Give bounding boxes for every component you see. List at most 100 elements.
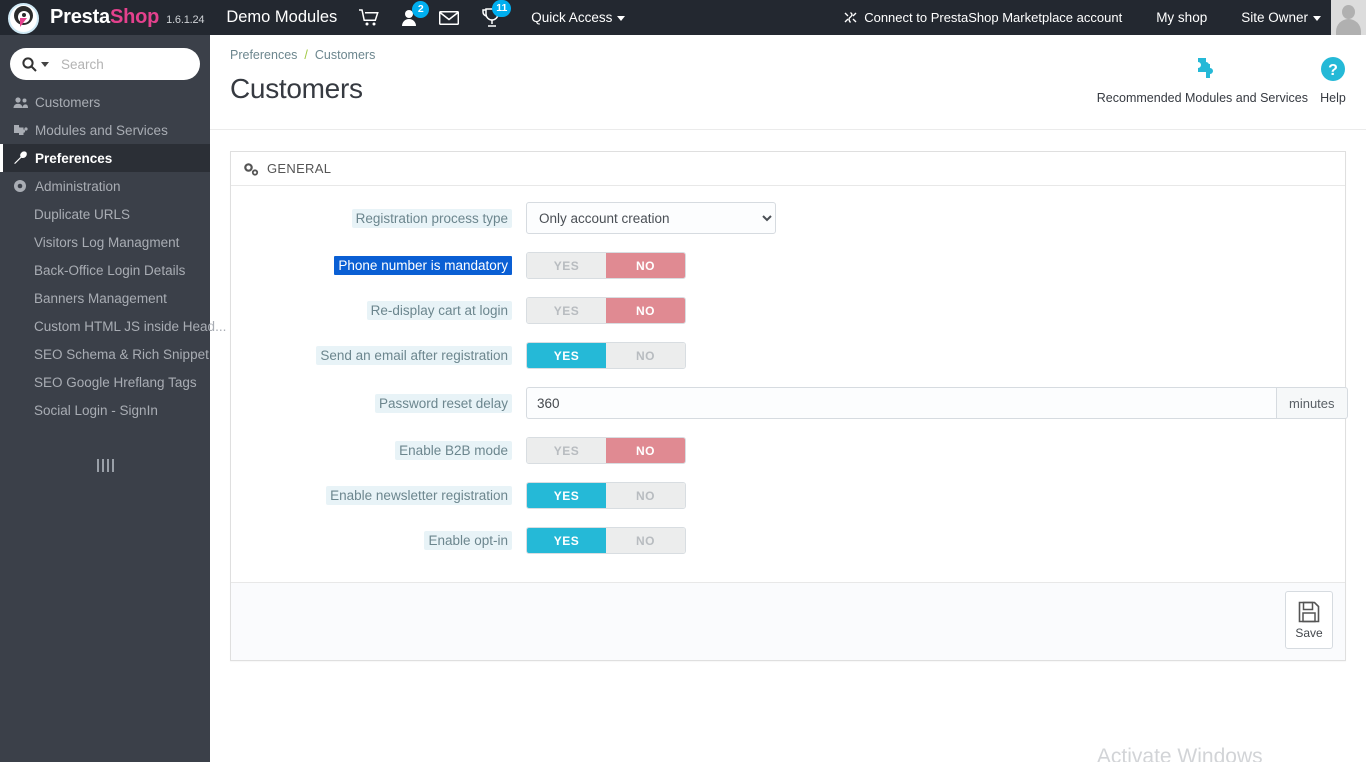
toggle-enable-b2b-mode[interactable]: YES NO	[526, 437, 686, 464]
sidebar-nav: Customers Modules and Services Preferences…	[0, 35, 226, 762]
toggle-yes-option[interactable]: YES	[527, 438, 606, 463]
quick-access-dropdown[interactable]: Quick Access	[531, 10, 626, 25]
top-header-bar: PrestaShop 1.6.1.24 Demo Modules 2 11 Qui…	[0, 0, 1366, 35]
customers-person-icon[interactable]: 2	[401, 1, 430, 26]
sidebar-subitem-label: Visitors Log Managment	[34, 234, 180, 250]
breadcrumb-separator: /	[304, 48, 308, 62]
label-text: Enable opt-in	[424, 531, 512, 550]
save-button[interactable]: Save	[1285, 591, 1333, 649]
page-header: Preferences / Customers Customers Recomm…	[210, 35, 1366, 130]
sidebar-subitem-duplicate-urls[interactable]: Duplicate URLS	[0, 200, 210, 228]
search-filter-caret-icon[interactable]	[41, 61, 49, 67]
sidebar-subitem-label: Custom HTML JS inside Head...	[34, 318, 227, 334]
toggle-phone-number-is-mandatory[interactable]: YES NO	[526, 252, 686, 279]
page-header-tools: Recommended Modules and Services ? Help	[1091, 49, 1352, 105]
brand-presta: Presta	[50, 6, 110, 28]
label-text: Re-display cart at login	[366, 301, 512, 320]
gears-icon	[244, 162, 259, 176]
label-enable-b2b-mode: Enable B2B mode	[241, 441, 526, 460]
sidebar-item-label: Administration	[35, 178, 121, 194]
sidebar-item-list: Customers Modules and Services Preferences…	[0, 88, 226, 424]
toggle-enable-newsletter-registration[interactable]: YES NO	[526, 482, 686, 509]
cart-icon[interactable]	[359, 9, 380, 26]
topbar-right-group: Connect to PrestaShop Marketplace accoun…	[843, 0, 1366, 35]
label-text: Enable B2B mode	[395, 441, 512, 460]
sidebar-subitem-seo-schema-rich-snippet[interactable]: SEO Schema & Rich Snippet	[0, 340, 210, 368]
recommended-modules-label: Recommended Modules and Services	[1096, 91, 1308, 105]
trophy-icon[interactable]: 11	[481, 0, 512, 28]
toggle-no-option[interactable]: NO	[606, 438, 685, 463]
sidebar-search-wrap	[0, 35, 210, 88]
search-box[interactable]	[10, 48, 200, 80]
sidebar-item-preferences[interactable]: Preferences	[0, 144, 210, 172]
sidebar-subitem-custom-html-js-inside-head[interactable]: Custom HTML JS inside Head...	[0, 312, 226, 340]
sidebar-subitem-label: Duplicate URLS	[34, 206, 131, 222]
envelope-icon[interactable]	[439, 10, 460, 25]
brand-shop: Shop	[109, 6, 160, 28]
content-area: GENERAL Registration process type Only ac…	[210, 130, 1366, 762]
field-phone-number-is-mandatory: YES NO	[526, 252, 686, 279]
field-enable-opt-in: YES NO	[526, 527, 686, 554]
recommended-modules-button[interactable]: Recommended Modules and Services	[1091, 49, 1314, 105]
breadcrumb-parent[interactable]: Preferences	[230, 48, 297, 62]
sidebar-subitem-label: Social Login - SignIn	[34, 402, 158, 418]
form-row-send-an-email-after-registration: Send an email after registration YES NO	[231, 342, 1345, 369]
shop-name[interactable]: Demo Modules	[226, 8, 337, 27]
svg-text:?: ?	[1328, 62, 1338, 79]
toggle-yes-option[interactable]: YES	[527, 253, 606, 278]
chevron-down-icon	[1313, 15, 1321, 21]
toggle-enable-opt-in[interactable]: YES NO	[526, 527, 686, 554]
panel-header-title: GENERAL	[267, 161, 332, 176]
sidebar-subitem-back-office-login-details[interactable]: Back-Office Login Details	[0, 256, 210, 284]
toggle-send-an-email-after-registration[interactable]: YES NO	[526, 342, 686, 369]
sidebar-collapse-handle[interactable]	[0, 450, 210, 480]
save-button-label: Save	[1295, 625, 1323, 640]
label-registration-process-type: Registration process type	[241, 208, 526, 228]
sidebar-subitem-social-login-signin[interactable]: Social Login - SignIn	[0, 396, 210, 424]
prestashop-logo-icon[interactable]	[6, 2, 42, 34]
toggle-no-option[interactable]: NO	[606, 253, 685, 278]
label-text: Phone number is mandatory	[334, 256, 512, 275]
label-text: Send an email after registration	[316, 346, 512, 365]
marketplace-icon	[844, 11, 857, 23]
select-registration-process-type[interactable]: Only account creationAccount creation an…	[526, 202, 776, 234]
toggle-yes-option[interactable]: YES	[527, 483, 606, 508]
toggle-no-option[interactable]: NO	[606, 483, 685, 508]
input-group-password-reset-delay: minutes	[526, 387, 1348, 419]
help-button[interactable]: ? Help	[1314, 49, 1352, 105]
connect-marketplace-link[interactable]: Connect to PrestaShop Marketplace accoun…	[843, 10, 1122, 25]
panel-header: GENERAL	[231, 152, 1345, 186]
brand-name: PrestaShop 1.6.1.24	[50, 6, 205, 29]
label-text: Enable newsletter registration	[326, 486, 512, 505]
toggle-no-option[interactable]: NO	[606, 298, 685, 323]
toggle-yes-option[interactable]: YES	[527, 343, 606, 368]
sidebar-item-customers[interactable]: Customers	[0, 88, 210, 116]
toggle-yes-option[interactable]: YES	[527, 298, 606, 323]
sidebar-subitem-label: SEO Google Hreflang Tags	[34, 374, 197, 390]
site-owner-dropdown[interactable]: Site Owner	[1241, 10, 1321, 25]
input-password-reset-delay[interactable]	[526, 387, 1276, 419]
sidebar-item-administration[interactable]: Administration	[0, 172, 210, 200]
search-input[interactable]	[61, 56, 191, 72]
customers-icon	[9, 96, 31, 109]
input-addon-unit: minutes	[1276, 387, 1348, 419]
toggle-no-option[interactable]: NO	[606, 528, 685, 553]
panel-footer: Save	[231, 582, 1345, 660]
field-registration-process-type: Only account creationAccount creation an…	[526, 202, 776, 234]
sidebar-subitem-seo-google-hreflang-tags[interactable]: SEO Google Hreflang Tags	[0, 368, 210, 396]
sidebar-subitem-banners-management[interactable]: Banners Management	[0, 284, 210, 312]
toggle-re-display-cart-at-login[interactable]: YES NO	[526, 297, 686, 324]
sidebar-subitem-label: SEO Schema & Rich Snippet	[34, 346, 209, 362]
sidebar-item-label: Customers	[35, 94, 101, 110]
my-shop-link[interactable]: My shop	[1156, 10, 1207, 25]
sidebar-subitem-visitors-log-managment[interactable]: Visitors Log Managment	[0, 228, 210, 256]
toggle-no-option[interactable]: NO	[606, 343, 685, 368]
general-settings-panel: GENERAL Registration process type Only ac…	[230, 151, 1348, 661]
windows-activation-watermark: Activate Windows Go to Settings to activ…	[1097, 745, 1310, 762]
label-phone-number-is-mandatory: Phone number is mandatory	[241, 256, 526, 275]
help-icon: ?	[1320, 49, 1346, 89]
chevron-down-icon	[617, 15, 626, 21]
sidebar-item-modules-and-services[interactable]: Modules and Services	[0, 116, 210, 144]
toggle-yes-option[interactable]: YES	[527, 528, 606, 553]
user-avatar[interactable]	[1331, 0, 1366, 35]
